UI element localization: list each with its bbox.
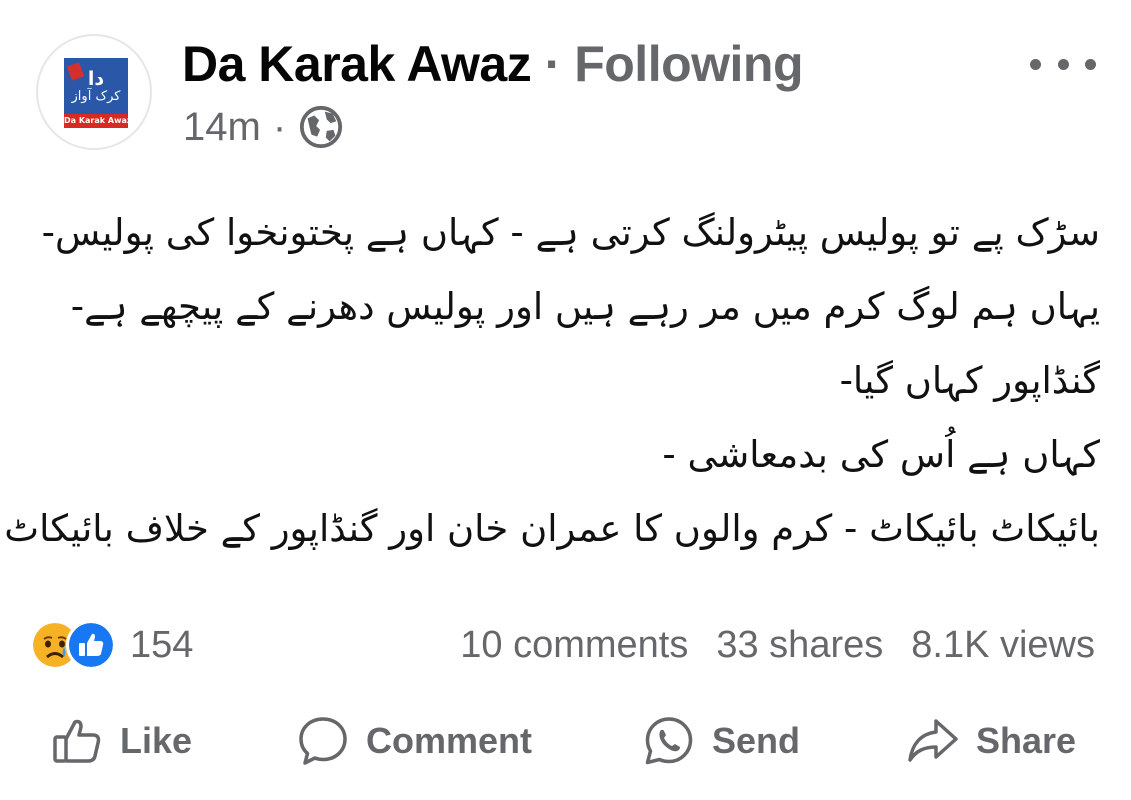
- share-label: Share: [976, 720, 1077, 761]
- engagement-stats: 10 comments 33 shares 8.1K views: [460, 617, 1095, 673]
- post-line: یہاں ہم لوگ کرم میں مر رہے ہیں اور پولیس…: [70, 285, 1100, 328]
- logo-flag-icon: [66, 62, 85, 81]
- page-name-link[interactable]: Da Karak Awaz: [182, 36, 532, 92]
- logo-mark: دا: [87, 67, 105, 90]
- logo-top-panel: دا کرک آواز: [64, 58, 128, 114]
- whatsapp-icon: [645, 717, 693, 765]
- reactions-summary[interactable]: 154: [30, 617, 193, 673]
- views-count: 8.1K views: [911, 623, 1095, 666]
- comments-count[interactable]: 10 comments: [460, 624, 688, 667]
- post-body: سڑک پے تو پولیس پیٹرولنگ کرتی ہے - کہاں …: [4, 196, 1100, 566]
- post-line: بائیکاٹ بائیکاٹ - کرم والوں کا عمران خان…: [4, 507, 1100, 550]
- shares-count[interactable]: 33 shares: [716, 624, 883, 667]
- page-avatar[interactable]: دا کرک آواز Da Karak Awaz: [36, 34, 152, 150]
- send-button[interactable]: Send: [642, 708, 800, 774]
- post-header-title: Da Karak Awaz · Following: [182, 32, 803, 96]
- comment-icon: [299, 717, 347, 765]
- logo-caption: Da Karak Awaz: [64, 114, 132, 128]
- post-line: کہاں ہے اُس کی بدمعاشی -: [662, 433, 1100, 476]
- more-dot: [1030, 58, 1041, 70]
- more-dot: [1085, 58, 1096, 70]
- page-logo: دا کرک آواز Da Karak Awaz: [64, 58, 132, 128]
- send-label: Send: [712, 720, 801, 761]
- more-options-icon[interactable]: [1030, 46, 1096, 82]
- header-separator: ·: [544, 36, 562, 92]
- post-meta: 14m ·: [183, 100, 344, 154]
- globe-icon[interactable]: [298, 104, 344, 150]
- like-reaction-icon: [66, 620, 116, 670]
- thumbs-up-icon: [53, 719, 101, 763]
- post-timestamp[interactable]: 14m: [183, 100, 261, 154]
- more-dot: [1057, 58, 1069, 70]
- share-arrow-icon: [908, 719, 958, 762]
- like-label: Like: [120, 720, 193, 761]
- action-bar: Like Comment Send Share: [0, 708, 1131, 774]
- post-line: سڑک پے تو پولیس پیٹرولنگ کرتی ہے - کہاں …: [41, 211, 1100, 254]
- logo-urdu-text: کرک آواز: [71, 88, 121, 104]
- meta-separator: ·: [272, 105, 287, 149]
- reaction-count: 154: [130, 623, 194, 666]
- post-line: گنڈاپور کہاں گیا-: [839, 359, 1100, 402]
- following-button[interactable]: Following: [574, 36, 803, 92]
- comment-label: Comment: [366, 720, 533, 761]
- share-button[interactable]: Share: [906, 708, 1076, 774]
- like-button[interactable]: Like: [50, 708, 192, 774]
- comment-button[interactable]: Comment: [296, 708, 532, 774]
